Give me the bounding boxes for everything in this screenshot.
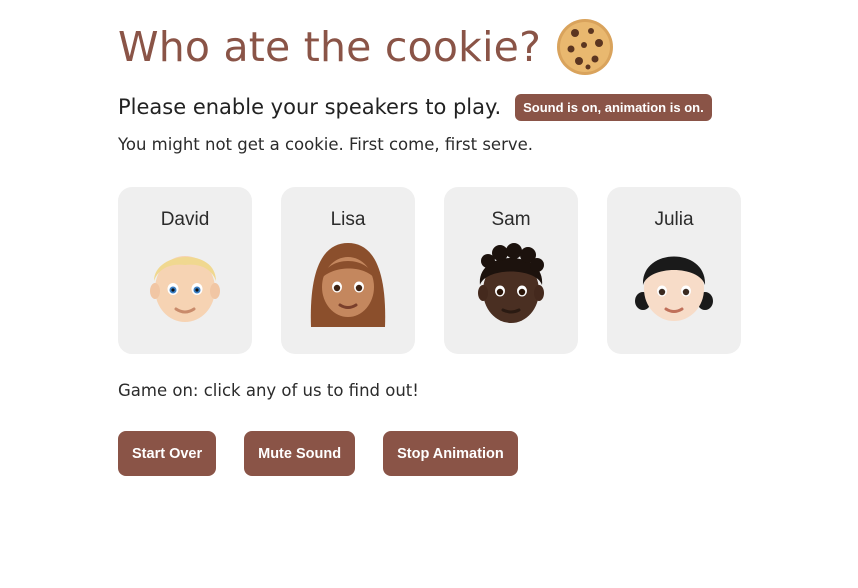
character-card-sam[interactable]: Sam — [444, 187, 578, 354]
character-card-lisa[interactable]: Lisa — [281, 187, 415, 354]
cookie-note: You might not get a cookie. First come, … — [118, 135, 534, 154]
character-name: David — [160, 209, 210, 230]
character-name: Sam — [491, 209, 531, 230]
blond-man-icon — [150, 256, 220, 322]
speakers-instruction: Please enable your speakers to play. — [118, 95, 502, 119]
game-status: Game on: click any of us to find out! — [118, 381, 419, 400]
girl-pigtails-icon — [635, 256, 713, 321]
status-badge: Sound is on, animation is on. — [515, 93, 712, 121]
character-name: Julia — [654, 209, 694, 230]
stop-animation-button[interactable]: Stop Animation — [383, 431, 518, 476]
character-cards: David Lisa Sam Julia — [118, 187, 741, 354]
cookie-icon — [557, 19, 614, 75]
woman-medium-skin-icon — [310, 243, 386, 327]
character-name: Lisa — [330, 209, 366, 230]
speakers-row: Please enable your speakers to play. Sou… — [118, 92, 712, 122]
title-row: Who ate the cookie? — [118, 14, 615, 80]
man-dark-skin-icon — [478, 243, 544, 323]
page-title: Who ate the cookie? — [118, 23, 542, 71]
character-card-david[interactable]: David — [118, 187, 252, 354]
character-card-julia[interactable]: Julia — [607, 187, 741, 354]
start-over-button[interactable]: Start Over — [118, 431, 217, 476]
control-buttons: Start Over Mute Sound Stop Animation — [118, 431, 518, 476]
mute-sound-button[interactable]: Mute Sound — [244, 431, 356, 476]
